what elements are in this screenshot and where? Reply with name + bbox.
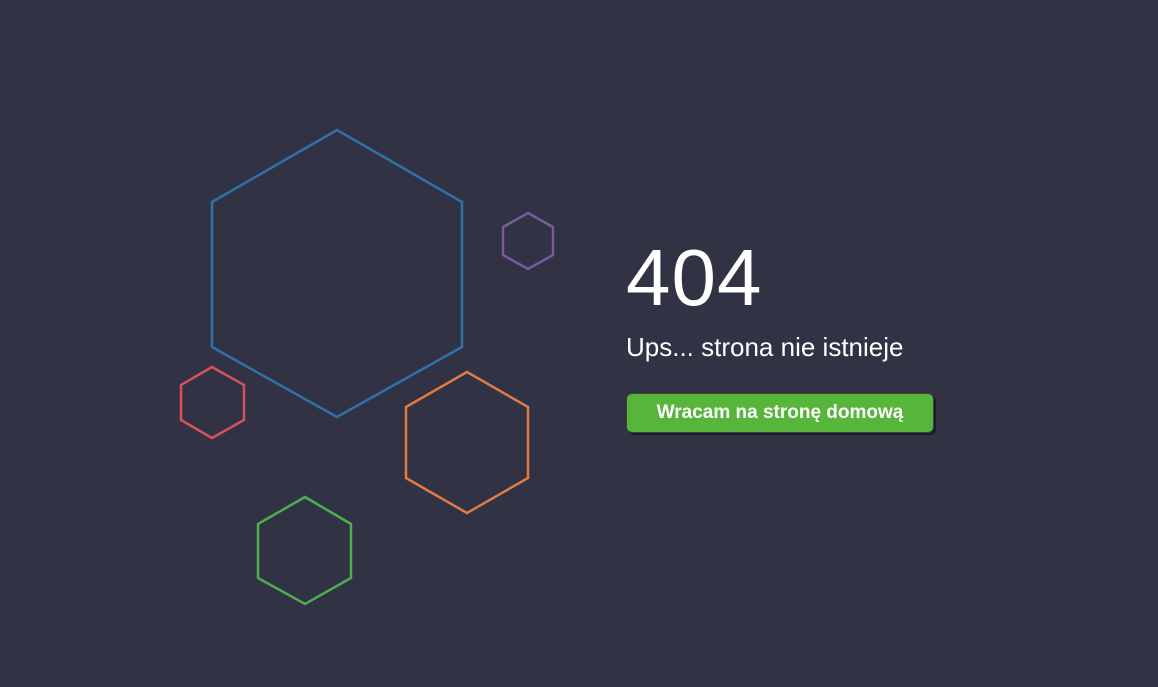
orange-hexagon — [404, 370, 530, 515]
green-hexagon — [256, 495, 353, 606]
error-message: Ups... strona nie istnieje — [626, 332, 904, 362]
small-red-hexagon — [179, 365, 246, 440]
large-blue-hexagon — [210, 128, 464, 419]
error-code: 404 — [626, 233, 763, 322]
small-purple-hexagon — [501, 211, 555, 271]
hexagon-decoration — [179, 128, 555, 606]
home-button[interactable]: Wracam na stronę domową — [626, 393, 934, 433]
error-content: 404 Ups... strona nie istnieje Wracam na… — [626, 238, 934, 433]
